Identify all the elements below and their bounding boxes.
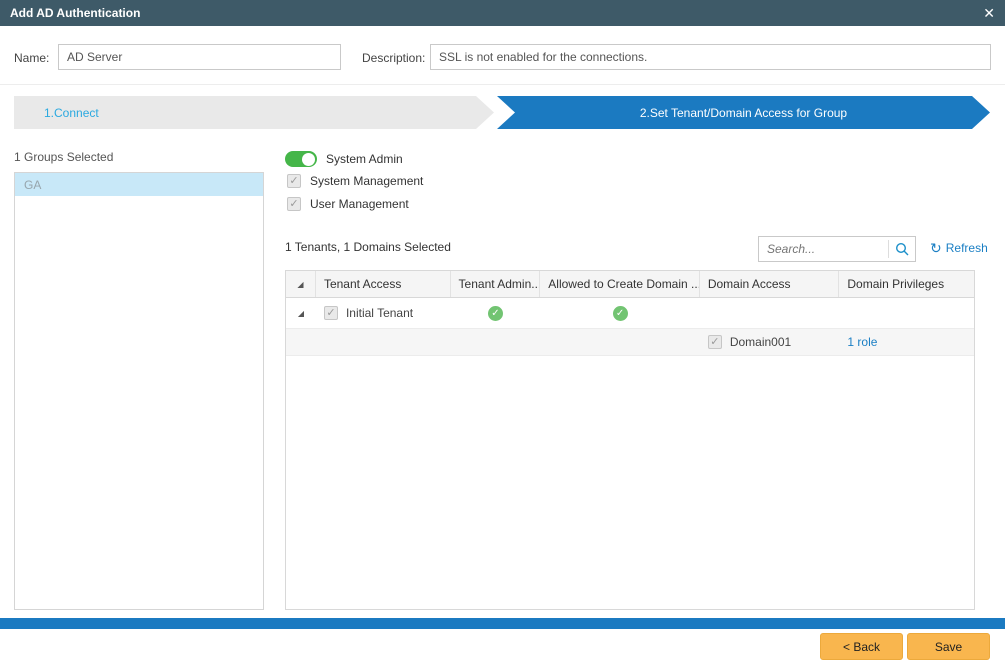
back-button[interactable]: < Back bbox=[820, 633, 903, 660]
tenant-admin-check-icon: ✓ bbox=[488, 306, 503, 321]
system-admin-label: System Admin bbox=[326, 152, 403, 166]
header-domain-access[interactable]: Domain Access bbox=[700, 271, 840, 297]
dialog-titlebar: Add AD Authentication ✕ bbox=[0, 0, 1005, 26]
header-allowed-create-domain[interactable]: Allowed to Create Domain ... bbox=[540, 271, 700, 297]
dialog-title: Add AD Authentication bbox=[10, 6, 140, 20]
tenant-domain-grid: ◢ Tenant Access Tenant Admin... Allowed … bbox=[285, 270, 975, 610]
header-tenant-access[interactable]: Tenant Access bbox=[316, 271, 451, 297]
system-admin-row: System Admin bbox=[285, 151, 403, 167]
domain-access-cell: ✓ Domain001 bbox=[700, 335, 840, 349]
groups-list: GA bbox=[14, 172, 264, 610]
system-management-label: System Management bbox=[310, 174, 423, 188]
system-admin-toggle[interactable] bbox=[285, 151, 317, 167]
refresh-label: Refresh bbox=[946, 241, 988, 255]
search-box bbox=[758, 236, 916, 262]
name-input[interactable] bbox=[58, 44, 341, 70]
role-count-link[interactable]: 1 role bbox=[847, 335, 877, 349]
step-set-tenant-domain-access[interactable]: 2.Set Tenant/Domain Access for Group bbox=[497, 96, 990, 129]
user-management-checkbox[interactable]: ✓ bbox=[287, 197, 301, 211]
search-icon[interactable] bbox=[889, 242, 915, 256]
search-input[interactable] bbox=[759, 237, 888, 261]
footer-accent-bar bbox=[0, 618, 1005, 629]
groups-selected-header: 1 Groups Selected bbox=[14, 150, 113, 164]
system-management-row: ✓ System Management bbox=[287, 174, 423, 188]
close-icon[interactable]: ✕ bbox=[983, 6, 995, 20]
form-divider bbox=[0, 84, 1005, 85]
save-button[interactable]: Save bbox=[907, 633, 990, 660]
description-label: Description: bbox=[362, 51, 425, 65]
toggle-knob-icon bbox=[302, 153, 315, 166]
allowed-create-check-icon: ✓ bbox=[613, 306, 628, 321]
tenants-domains-summary: 1 Tenants, 1 Domains Selected bbox=[285, 240, 451, 254]
collapse-all-icon[interactable]: ◢ bbox=[286, 271, 316, 297]
step-connect[interactable]: 1.Connect bbox=[14, 96, 494, 129]
domain-checkbox[interactable]: ✓ bbox=[708, 335, 722, 349]
user-management-label: User Management bbox=[310, 197, 409, 211]
system-management-checkbox[interactable]: ✓ bbox=[287, 174, 301, 188]
tenant-access-cell: ✓ Initial Tenant bbox=[316, 306, 451, 320]
tenant-checkbox[interactable]: ✓ bbox=[324, 306, 338, 320]
header-tenant-admin[interactable]: Tenant Admin... bbox=[451, 271, 541, 297]
table-row-tenant: ◢ ✓ Initial Tenant ✓ ✓ bbox=[286, 298, 974, 329]
refresh-icon: ↻ bbox=[930, 241, 942, 255]
row-collapse-icon[interactable]: ◢ bbox=[286, 309, 316, 318]
domain-name: Domain001 bbox=[730, 335, 791, 349]
header-domain-privileges[interactable]: Domain Privileges bbox=[839, 271, 974, 297]
step-connect-label: 1.Connect bbox=[44, 106, 99, 120]
tenant-name: Initial Tenant bbox=[346, 306, 413, 320]
tenant-admin-cell: ✓ bbox=[451, 306, 541, 321]
step-set-tenant-domain-access-label: 2.Set Tenant/Domain Access for Group bbox=[640, 106, 847, 120]
group-list-item[interactable]: GA bbox=[15, 173, 263, 196]
allowed-create-cell: ✓ bbox=[540, 306, 700, 321]
name-label: Name: bbox=[14, 51, 49, 65]
user-management-row: ✓ User Management bbox=[287, 197, 409, 211]
group-name: GA bbox=[24, 178, 41, 192]
table-row-domain: ✓ Domain001 1 role bbox=[286, 329, 974, 356]
grid-header-row: ◢ Tenant Access Tenant Admin... Allowed … bbox=[286, 271, 974, 298]
description-input[interactable] bbox=[430, 44, 991, 70]
refresh-button[interactable]: ↻ Refresh bbox=[930, 241, 988, 255]
domain-privileges-cell: 1 role bbox=[839, 335, 974, 349]
